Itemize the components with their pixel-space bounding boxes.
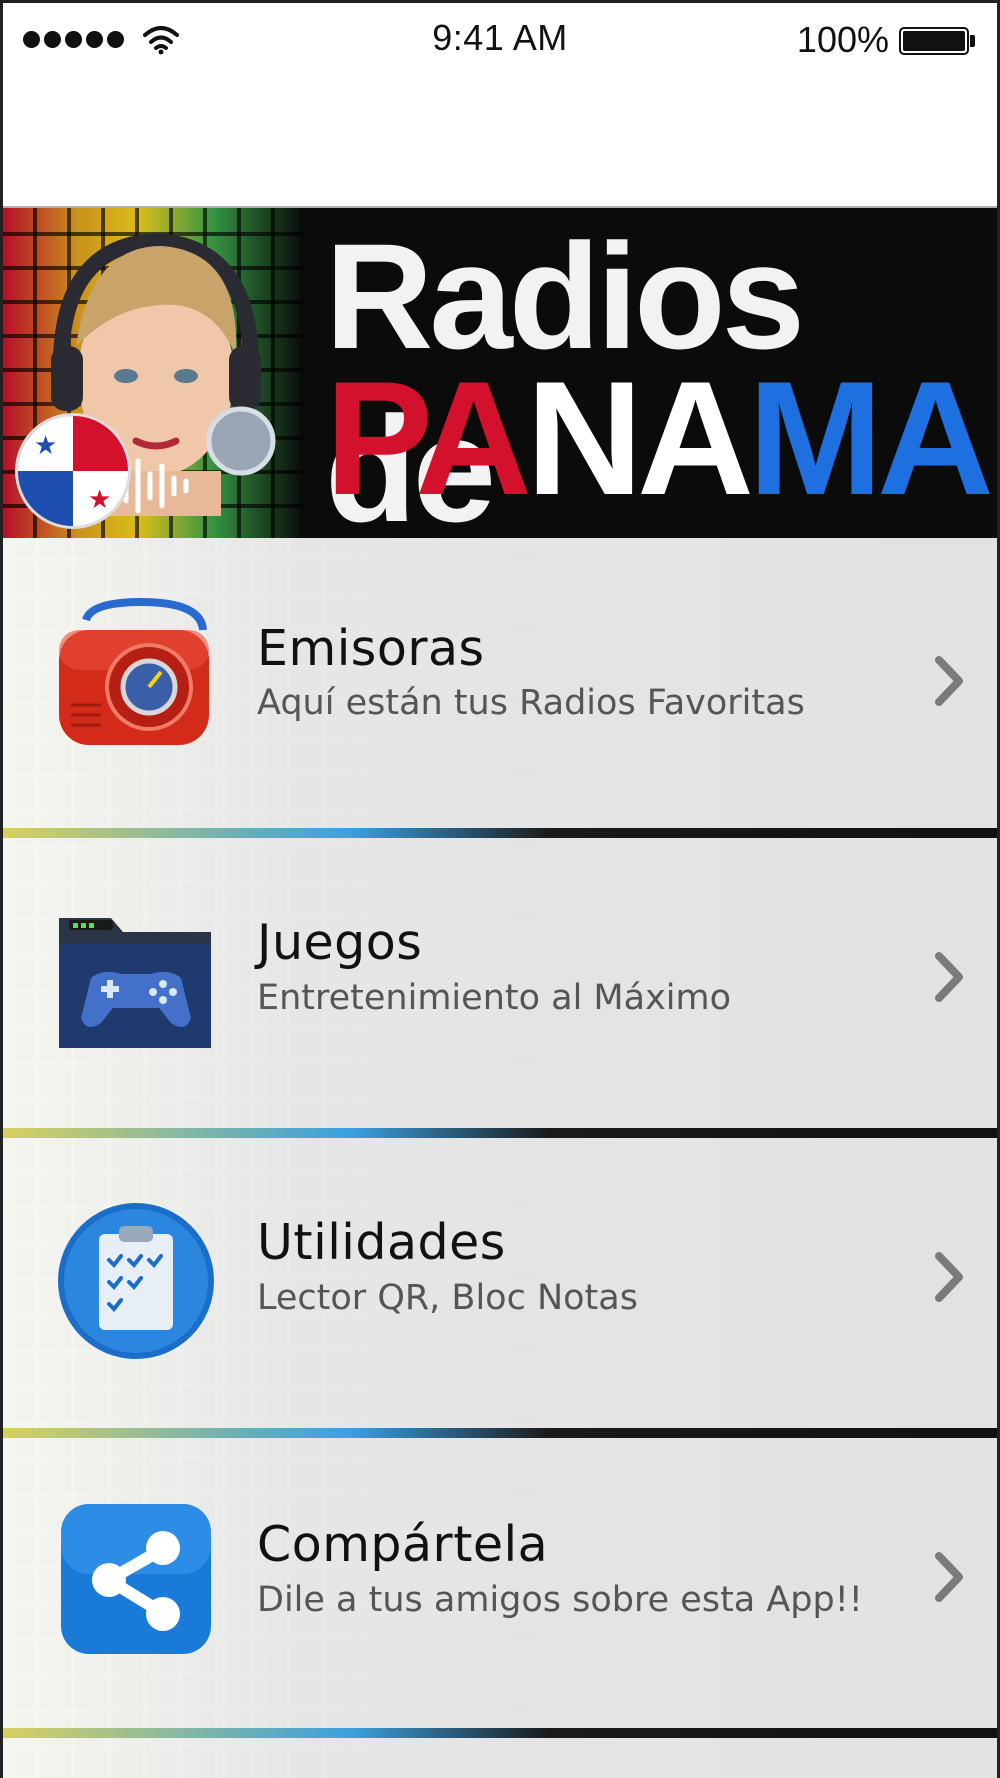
- radio-icon: [59, 597, 209, 745]
- menu-item-title: Juegos: [257, 914, 423, 971]
- chevron-right-icon: [935, 1252, 963, 1302]
- menu-item-title: Utilidades: [257, 1214, 506, 1271]
- svg-text:★: ★: [34, 431, 57, 461]
- menu-list: Emisoras Aquí están tus Radios Favoritas…: [3, 538, 997, 1778]
- chevron-right-icon: [935, 1552, 963, 1602]
- menu-item-emisoras[interactable]: Emisoras Aquí están tus Radios Favoritas: [3, 538, 997, 828]
- row-divider: [3, 1128, 997, 1138]
- banner-subtitle-na: NA: [526, 348, 754, 529]
- battery-icon: [899, 27, 969, 55]
- banner-subtitle: PANAMA: [325, 346, 994, 532]
- row-divider: [3, 828, 997, 838]
- menu-item-subtitle: Aquí están tus Radios Favoritas: [257, 683, 805, 723]
- row-divider: [3, 1728, 997, 1738]
- menu-item-subtitle: Lector QR, Bloc Notas: [257, 1278, 638, 1318]
- chevron-right-icon: [935, 656, 963, 706]
- menu-item-subtitle: Entretenimiento al Máximo: [257, 978, 732, 1018]
- chevron-right-icon: [935, 952, 963, 1002]
- header-banner: ★ ★ Radios de PANAMA: [3, 208, 997, 538]
- menu-item-utilidades[interactable]: Utilidades Lector QR, Bloc Notas: [3, 1138, 997, 1428]
- game-controller-folder-icon: [59, 918, 211, 1048]
- menu-item-subtitle: Dile a tus amigos sobre esta App!!: [257, 1580, 863, 1620]
- banner-subtitle-pa: PA: [325, 348, 532, 529]
- battery-percentage: 100%: [796, 19, 889, 60]
- app-screen: 9:41 AM 100% ★ ★ Radios de PANAMA Emisor…: [0, 0, 1000, 1778]
- share-icon: [61, 1504, 211, 1654]
- panama-flag-icon: ★ ★: [15, 413, 131, 529]
- status-bar: 9:41 AM 100%: [3, 3, 997, 79]
- menu-item-title: Compártela: [257, 1516, 549, 1573]
- menu-item-title: Emisoras: [257, 620, 485, 677]
- navigation-bar: [3, 79, 997, 208]
- menu-item-partial[interactable]: [3, 1738, 997, 1778]
- banner-subtitle-ma: MA: [748, 348, 994, 529]
- svg-text:★: ★: [88, 485, 111, 515]
- menu-item-juegos[interactable]: Juegos Entretenimiento al Máximo: [3, 838, 997, 1128]
- row-divider: [3, 1428, 997, 1438]
- menu-item-compartela[interactable]: Compártela Dile a tus amigos sobre esta …: [3, 1438, 997, 1728]
- clipboard-checklist-icon: [58, 1203, 214, 1359]
- battery-tip: [970, 35, 975, 47]
